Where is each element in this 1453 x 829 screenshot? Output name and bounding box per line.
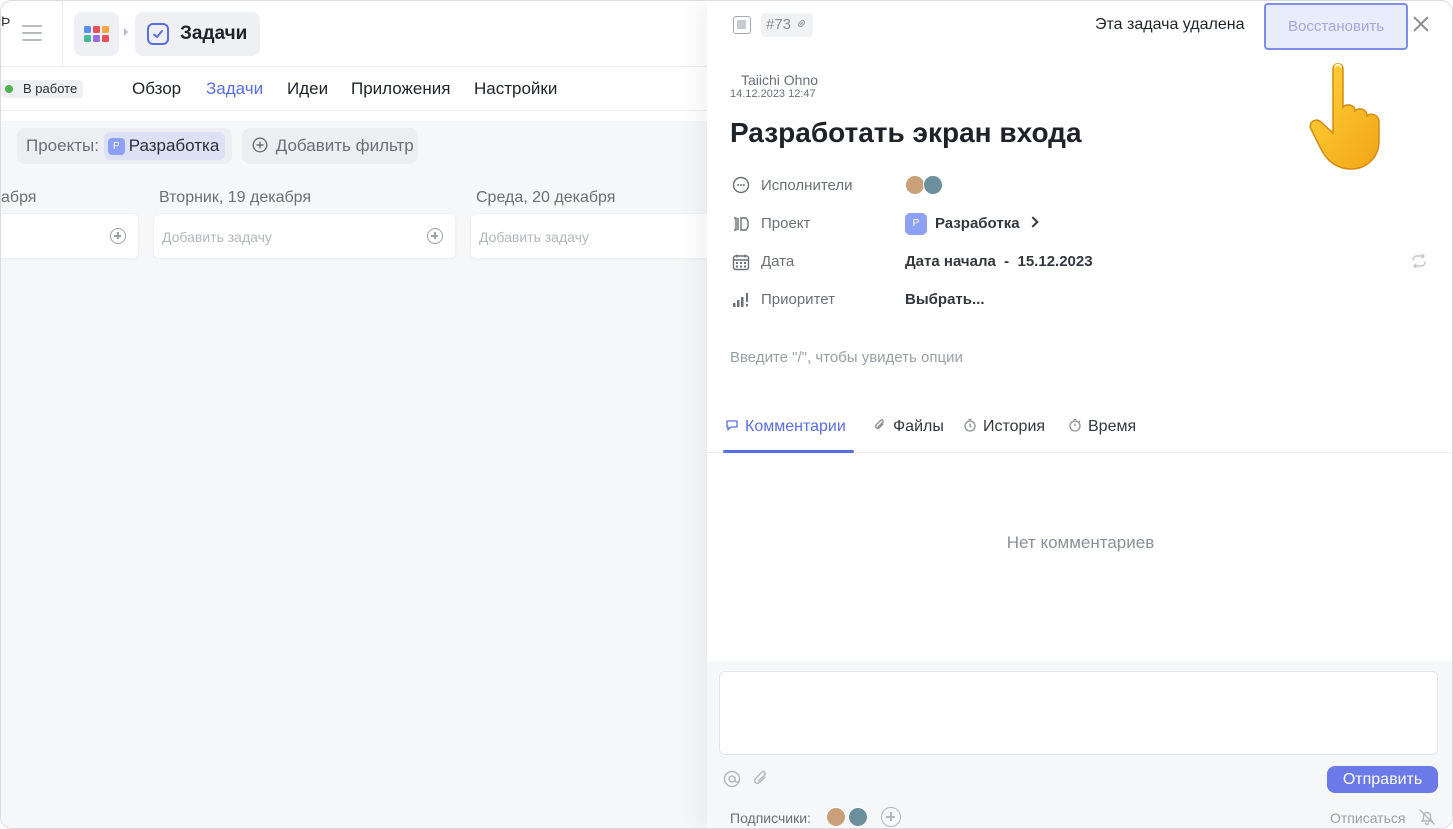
timer-icon (1069, 418, 1081, 432)
chevron-right-icon[interactable] (1027, 216, 1039, 228)
mention-icon[interactable] (723, 770, 741, 788)
empty-comments-text: Нет комментариев (1006, 533, 1155, 552)
task-detail-panel: #73 Эта задача удалена Восстановить Taii… (707, 1, 1452, 828)
project-filter-value[interactable]: P Разработка (103, 132, 226, 160)
nav-item-apps[interactable]: Приложения (351, 79, 450, 99)
paperclip-icon[interactable] (752, 770, 770, 788)
tab-label: Файлы (893, 418, 944, 435)
assignees-icon (732, 176, 750, 194)
project-badge: P (107, 138, 125, 155)
filter-bar: Проекты: P Разработка Добавить фильтр (1, 121, 707, 171)
calendar-icon (732, 254, 750, 271)
avatar[interactable] (848, 807, 868, 827)
add-filter-label: Добавить фильтр (275, 136, 414, 155)
nav-item-tasks[interactable]: Задачи (206, 79, 263, 99)
date-value[interactable]: Дата начала - 15.12.2023 (905, 253, 1093, 270)
close-icon[interactable] (1411, 14, 1431, 34)
project-icon (734, 217, 749, 231)
comment-input[interactable] (719, 671, 1438, 755)
add-task-plus-icon[interactable] (427, 228, 443, 244)
add-task-plus-icon[interactable] (110, 228, 126, 244)
task-id-badge[interactable]: #73 (761, 13, 814, 37)
hamburger-icon[interactable] (22, 25, 42, 41)
comment-icon (726, 420, 738, 431)
task-id: #73 (766, 16, 792, 33)
comment-composer: Отправить Подписчики: Отписаться (707, 661, 1452, 828)
apps-grid-icon (84, 26, 109, 42)
detail-tabs: Комментарии Файлы История Время (707, 406, 1452, 453)
date-label: Дата (761, 253, 795, 270)
task-title[interactable]: Разработать экран входа (730, 117, 1082, 149)
project-label: Проект (761, 215, 811, 232)
avatar[interactable] (826, 807, 846, 827)
task-author: Taiichi Ohno (741, 72, 819, 88)
apps-button[interactable] (74, 12, 119, 56)
project-filter-chip[interactable]: Проекты: P Разработка (17, 128, 232, 164)
add-task-placeholder: Добавить задачу (479, 229, 589, 245)
pointing-hand-icon (1309, 63, 1380, 170)
section-chip-tasks[interactable]: Задачи (135, 12, 260, 56)
panel-header: #73 Эта задача удалена Восстановить (707, 1, 1452, 51)
section-title: Задачи (180, 23, 248, 44)
divider (62, 1, 63, 67)
add-task-card[interactable]: Добавить задачу (470, 213, 715, 259)
column-title: абря (1, 189, 37, 206)
add-task-card[interactable]: Добавить задачу (153, 213, 456, 259)
top-bar: Þ Задачи (1, 1, 707, 67)
breadcrumb-caret-icon (124, 28, 128, 36)
subscribers-label: Подписчики: (730, 810, 811, 826)
app-window: Þ Задачи В работе Обзор Задачи Идеи Прил… (0, 0, 1453, 829)
tab-label: История (983, 418, 1046, 435)
add-filter-button[interactable]: Добавить фильтр (242, 128, 418, 164)
history-icon (964, 418, 976, 432)
column-title: Среда, 20 декабря (476, 189, 616, 206)
status-dot (5, 85, 13, 93)
projects-filter-label: Проекты: (26, 136, 99, 155)
priority-label: Приоритет (761, 291, 835, 308)
add-subscriber-button[interactable] (881, 807, 901, 827)
unsubscribe-link[interactable]: Отписаться (1330, 810, 1405, 826)
nav-item-overview[interactable]: Обзор (132, 79, 181, 99)
project-filter-name: Разработка (128, 136, 220, 155)
board-background (1, 171, 707, 828)
task-created-at: 14.12.2023 12:47 (730, 88, 816, 100)
document-icon[interactable] (733, 16, 751, 34)
paperclip-icon (875, 419, 884, 429)
project-value[interactable]: Разработка (935, 215, 1020, 232)
add-task-card[interactable] (1, 213, 139, 259)
send-button[interactable]: Отправить (1327, 766, 1438, 793)
tab-comments[interactable]: Комментарии (725, 418, 846, 436)
avatar[interactable] (905, 175, 925, 195)
active-tab-indicator (723, 450, 854, 453)
status-badge[interactable]: В работе (1, 80, 84, 98)
column-title: Вторник, 19 декабря (159, 189, 312, 206)
nav-item-settings[interactable]: Настройки (474, 79, 557, 99)
avatar[interactable] (923, 175, 943, 195)
tab-time[interactable]: Время (1068, 418, 1136, 436)
check-square-icon (147, 23, 169, 45)
tab-files[interactable]: Файлы (873, 418, 944, 436)
filter-plus-icon (252, 137, 268, 153)
corner-glyph: Þ (1, 13, 11, 29)
description-editor[interactable]: Введите "/", чтобы увидеть опции (730, 349, 963, 366)
task-board-app: Þ Задачи В работе Обзор Задачи Идеи Прил… (1, 1, 715, 828)
tab-history[interactable]: История (963, 418, 1045, 436)
deleted-notice: Эта задача удалена (1095, 16, 1245, 33)
status-text: В работе (23, 81, 78, 96)
project-badge: P (905, 213, 927, 235)
link-icon (797, 19, 806, 28)
repeat-icon[interactable] (1410, 254, 1428, 268)
restore-button[interactable]: Восстановить (1264, 3, 1408, 50)
priority-icon (733, 293, 748, 307)
priority-value[interactable]: Выбрать... (905, 291, 984, 308)
sub-navigation: В работе Обзор Задачи Идеи Приложения На… (1, 67, 707, 111)
bell-off-icon[interactable] (1418, 808, 1436, 826)
add-task-placeholder: Добавить задачу (162, 229, 272, 245)
tab-label: Комментарии (745, 418, 846, 435)
tab-label: Время (1088, 418, 1137, 435)
assignees-label: Исполнители (761, 177, 853, 194)
nav-item-ideas[interactable]: Идеи (287, 79, 328, 99)
